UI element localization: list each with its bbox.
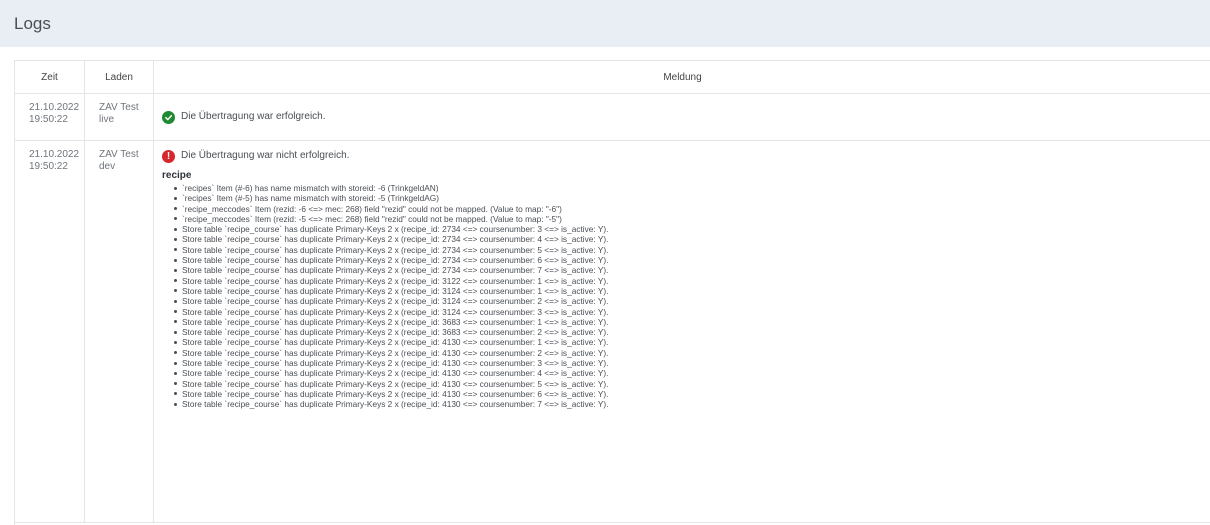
section-title: recipe — [162, 170, 1203, 182]
column-header-laden[interactable]: Laden — [85, 61, 154, 94]
list-item: Store table `recipe_course` has duplicat… — [174, 307, 1203, 317]
list-item: Store table `recipe_course` has duplicat… — [174, 389, 1203, 399]
page-header: Logs — [0, 0, 1210, 47]
log-date: 21.10.2022 — [29, 149, 78, 161]
detail-list: `recipes` Item (#-6) has name mismatch w… — [162, 183, 1203, 410]
list-item: `recipe_meccodes` Item (rezid: -6 <=> me… — [174, 204, 1203, 214]
list-item: Store table `recipe_course` has duplicat… — [174, 327, 1203, 337]
status-message: Die Übertragung war erfolgreich. — [162, 110, 1203, 124]
store-environment: live — [99, 114, 147, 126]
column-header-meldung[interactable]: Meldung — [154, 61, 1210, 94]
check-circle-icon — [162, 111, 175, 124]
list-item: Store table `recipe_course` has duplicat… — [174, 348, 1203, 358]
list-item: Store table `recipe_course` has duplicat… — [174, 276, 1203, 286]
exclamation-circle-icon: ! — [162, 150, 175, 163]
timestamp-cell: 21.10.2022 19:50:22 — [15, 141, 85, 523]
list-item: Store table `recipe_course` has duplicat… — [174, 255, 1203, 265]
status-text: Die Übertragung war erfolgreich. — [181, 111, 326, 123]
list-item: Store table `recipe_course` has duplicat… — [174, 286, 1203, 296]
log-time: 19:50:22 — [29, 114, 78, 126]
status-text: Die Übertragung war nicht erfolgreich. — [181, 150, 349, 162]
list-item: Store table `recipe_course` has duplicat… — [174, 265, 1203, 275]
list-item: Store table `recipe_course` has duplicat… — [174, 379, 1203, 389]
store-name: ZAV Test — [99, 102, 147, 114]
list-item: Store table `recipe_course` has duplicat… — [174, 368, 1203, 378]
list-item: `recipes` Item (#-5) has name mismatch w… — [174, 193, 1203, 203]
store-name: ZAV Test — [99, 149, 147, 161]
log-date: 21.10.2022 — [29, 102, 78, 114]
page-title: Logs — [14, 14, 51, 34]
list-item: Store table `recipe_course` has duplicat… — [174, 358, 1203, 368]
list-item: `recipes` Item (#-6) has name mismatch w… — [174, 183, 1203, 193]
table-header-row: Zeit Laden Meldung — [15, 61, 1210, 94]
store-cell: ZAV Test dev — [85, 141, 154, 523]
store-environment: dev — [99, 161, 147, 173]
message-cell: Die Übertragung war erfolgreich. — [154, 94, 1210, 141]
table-row: 21.10.2022 19:50:22 ZAV Test live Die Üb… — [15, 94, 1210, 141]
list-item: Store table `recipe_course` has duplicat… — [174, 245, 1203, 255]
list-item: Store table `recipe_course` has duplicat… — [174, 234, 1203, 244]
log-time: 19:50:22 — [29, 161, 78, 173]
list-item: Store table `recipe_course` has duplicat… — [174, 296, 1203, 306]
list-item: Store table `recipe_course` has duplicat… — [174, 224, 1203, 234]
list-item: Store table `recipe_course` has duplicat… — [174, 399, 1203, 409]
status-message: ! Die Übertragung war nicht erfolgreich. — [162, 149, 1203, 163]
logs-table: Zeit Laden Meldung 21.10.2022 19:50:22 Z… — [15, 61, 1210, 523]
list-item: `recipe_meccodes` Item (rezid: -5 <=> me… — [174, 214, 1203, 224]
logs-card: Zeit Laden Meldung 21.10.2022 19:50:22 Z… — [14, 60, 1210, 525]
list-item: Store table `recipe_course` has duplicat… — [174, 337, 1203, 347]
timestamp-cell: 21.10.2022 19:50:22 — [15, 94, 85, 141]
message-cell: ! Die Übertragung war nicht erfolgreich.… — [154, 141, 1210, 523]
store-cell: ZAV Test live — [85, 94, 154, 141]
table-row: 21.10.2022 19:50:22 ZAV Test dev ! Die Ü… — [15, 141, 1210, 523]
column-header-zeit[interactable]: Zeit — [15, 61, 85, 94]
list-item: Store table `recipe_course` has duplicat… — [174, 317, 1203, 327]
